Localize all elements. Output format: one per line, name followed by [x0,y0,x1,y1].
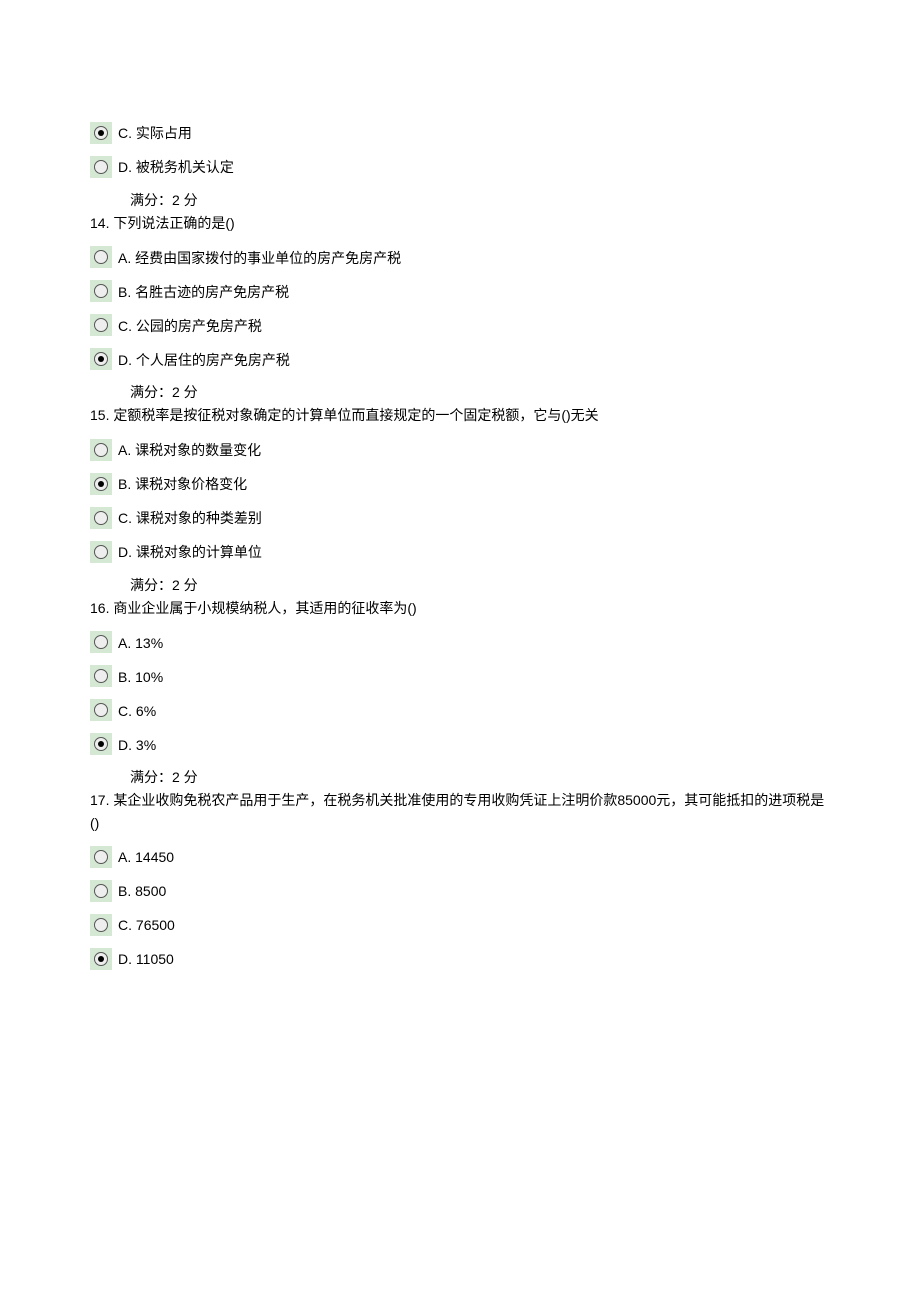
radio-button[interactable] [90,439,112,461]
radio-button[interactable] [90,246,112,268]
option-label: C. 课税对象的种类差别 [118,509,262,529]
radio-button[interactable] [90,880,112,902]
option-label: A. 13% [118,634,163,654]
option-row: D. 个人居住的房产免房产税 [90,348,830,370]
question-stem: 17. 某企业收购免税农产品用于生产，在税务机关批准使用的专用收购凭证上注明价款… [90,789,830,834]
option-row: B. 名胜古迹的房产免房产税 [90,280,830,302]
question-block: 17. 某企业收购免税农产品用于生产，在税务机关批准使用的专用收购凭证上注明价款… [90,789,830,970]
option-row: D. 课税对象的计算单位 [90,541,830,563]
option-label: C. 76500 [118,916,175,936]
question-block: 15. 定额税率是按征税对象确定的计算单位而直接规定的一个固定税额，它与()无关… [90,404,830,594]
score-line: 满分：2 分 [90,575,830,595]
option-row: C. 76500 [90,914,830,936]
option-label: D. 11050 [118,950,174,970]
radio-button[interactable] [90,473,112,495]
question-stem: 15. 定额税率是按征税对象确定的计算单位而直接规定的一个固定税额，它与()无关 [90,404,830,426]
radio-button[interactable] [90,846,112,868]
radio-button[interactable] [90,948,112,970]
option-label: C. 6% [118,702,156,722]
option-label: B. 名胜古迹的房产免房产税 [118,283,289,303]
option-label: A. 课税对象的数量变化 [118,441,261,461]
score-line: 满分：2 分 [90,767,830,787]
radio-button[interactable] [90,699,112,721]
question-block: 14. 下列说法正确的是() A. 经费由国家拨付的事业单位的房产免房产税 B.… [90,212,830,402]
option-label: B. 课税对象价格变化 [118,475,247,495]
option-row: C. 实际占用 [90,122,830,144]
radio-button[interactable] [90,733,112,755]
quiz-page: C. 实际占用 D. 被税务机关认定 满分：2 分 14. 下列说法正确的是()… [0,0,920,1042]
score-line: 满分：2 分 [90,382,830,402]
option-row: A. 14450 [90,846,830,868]
question-stem: 16. 商业企业属于小规模纳税人，其适用的征收率为() [90,597,830,619]
radio-button[interactable] [90,914,112,936]
option-label: D. 课税对象的计算单位 [118,543,262,563]
option-row: B. 8500 [90,880,830,902]
option-row: D. 3% [90,733,830,755]
question-block: 16. 商业企业属于小规模纳税人，其适用的征收率为() A. 13% B. 10… [90,597,830,787]
option-label: D. 3% [118,736,156,756]
option-label: A. 经费由国家拨付的事业单位的房产免房产税 [118,249,401,269]
option-row: A. 13% [90,631,830,653]
option-row: A. 经费由国家拨付的事业单位的房产免房产税 [90,246,830,268]
option-label: C. 公园的房产免房产税 [118,317,262,337]
option-row: B. 课税对象价格变化 [90,473,830,495]
radio-button[interactable] [90,156,112,178]
option-label: B. 8500 [118,882,166,902]
radio-button[interactable] [90,665,112,687]
option-row: B. 10% [90,665,830,687]
partial-question-block: C. 实际占用 D. 被税务机关认定 满分：2 分 [90,122,830,210]
option-label: D. 被税务机关认定 [118,158,234,178]
option-label: A. 14450 [118,848,174,868]
radio-button[interactable] [90,631,112,653]
option-row: D. 11050 [90,948,830,970]
radio-button[interactable] [90,314,112,336]
option-row: D. 被税务机关认定 [90,156,830,178]
radio-button[interactable] [90,348,112,370]
question-stem: 14. 下列说法正确的是() [90,212,830,234]
option-label: C. 实际占用 [118,124,192,144]
option-label: B. 10% [118,668,163,688]
radio-button[interactable] [90,280,112,302]
option-row: C. 课税对象的种类差别 [90,507,830,529]
radio-button[interactable] [90,122,112,144]
option-row: C. 6% [90,699,830,721]
option-row: C. 公园的房产免房产税 [90,314,830,336]
radio-button[interactable] [90,507,112,529]
option-row: A. 课税对象的数量变化 [90,439,830,461]
option-label: D. 个人居住的房产免房产税 [118,351,290,371]
score-line: 满分：2 分 [90,190,830,210]
radio-button[interactable] [90,541,112,563]
